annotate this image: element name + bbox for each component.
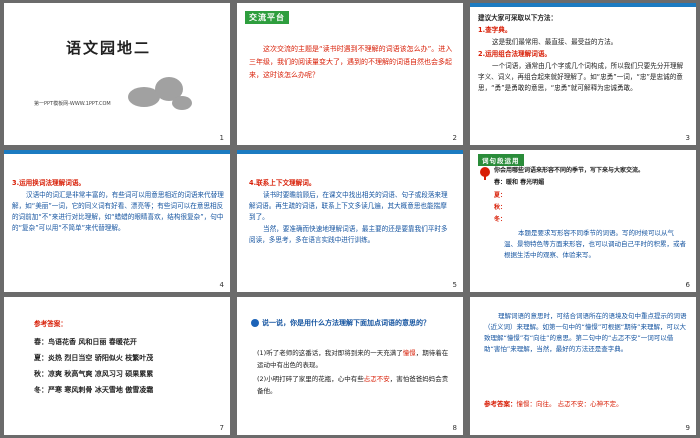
slide-number: 1 xyxy=(219,134,224,142)
answer-summer: 夏：炎热 烈日当空 骄阳似火 枝繁叶茂 xyxy=(34,354,154,362)
method-4-text: 读书时要瞻前顾后，在课文中找出相关的词语、句子或段落来理解词语。再生疏的词语，联… xyxy=(249,191,448,221)
top-bar xyxy=(470,3,696,7)
method-4-note: 当然，要准确而快速地理解词语，最主要的还是要靠我们平时多阅读，多思考，多在语言实… xyxy=(249,225,448,244)
slide-thumbnail-2[interactable]: 交流平台 这次交流的主题是“读书时遇到不理解的词语该怎么办”。进入三年级，我们的… xyxy=(237,3,463,145)
answer-autumn: 秋：凉爽 秋高气爽 凉风习习 硕果累累 xyxy=(34,370,154,378)
method-3-title: 3.运用换词法理解词语。 xyxy=(12,179,86,187)
answer-line-winter: 冬： xyxy=(494,216,507,223)
slide-body: 这次交流的主题是“读书时遇到不理解的词语该怎么办”。进入三年级，我们的阅读量变大… xyxy=(249,45,453,79)
slide-intro: 建议大家可采取以下方法： xyxy=(478,14,558,22)
slide-number: 3 xyxy=(685,134,690,142)
slide-thumbnail-5[interactable]: 4.联系上下文理解词。 读书时要瞻前顾后，在课文中找出相关的词语、句子或段落来理… xyxy=(237,150,463,292)
method-1-text: 这是我们最常用、最直接、最受益的方法。 xyxy=(492,38,618,46)
slide-thumbnail-9[interactable]: 理解词语的意思时，可结合词语所在的语境及句中重点提示的词语（近义词）来理解。如第… xyxy=(470,297,696,435)
exercise-note: 本题是要求写形容不同季节的词语。写的时候可以从气温、景物特色等方面来形容，也可以… xyxy=(504,229,686,259)
slide-number: 2 xyxy=(452,134,457,142)
answer-label: 参考答案： xyxy=(484,400,517,408)
slide-number: 8 xyxy=(452,424,457,432)
slide-thumbnail-1[interactable]: 语文园地二 第一PPT模板网-WWW.1PPT.COM 1 xyxy=(4,3,230,145)
ink-decoration xyxy=(124,67,194,117)
exercise-question: 你会用哪些词语来形容不同的季节，写下来与大家交流。 xyxy=(494,167,645,174)
slide-number: 9 xyxy=(685,424,690,432)
method-1-title: 1.查字典。 xyxy=(478,26,512,34)
slide-thumbnail-6[interactable]: 词句段运用 你会用哪些词语来形容不同的季节，写下来与大家交流。 春：暖和 春光明… xyxy=(470,150,696,292)
slide-body: 理解词语的意思时，可结合词语所在的语境及句中重点提示的词语（近义词）来理解。如第… xyxy=(484,312,687,353)
question-text: 说一说，你是用什么方法理解下面加点词语的意思的？ xyxy=(262,319,430,327)
bird-icon xyxy=(478,165,492,184)
sentence-1-a: (1)听了老师的这番话，我对即将到来的一天充满了 xyxy=(257,349,403,357)
slide-number: 4 xyxy=(219,281,224,289)
answer-line-spring: 春：暖和 春光明媚 xyxy=(494,179,545,186)
method-3-text: 汉语中的词汇是非常丰富的，有些词可以用意思相近的词语来代替理解，如“美丽”一词，… xyxy=(12,191,224,232)
slide-subtitle: 第一PPT模板网-WWW.1PPT.COM xyxy=(34,101,111,107)
highlight-word-1: 憧憬 xyxy=(402,349,416,357)
section-tag: 交流平台 xyxy=(245,11,289,24)
top-bar xyxy=(237,150,463,154)
slide-number: 6 xyxy=(685,281,690,289)
slide-title: 语文园地二 xyxy=(66,39,152,57)
slide-number: 7 xyxy=(219,424,224,432)
slide-thumbnail-4[interactable]: 3.运用换词法理解词语。 汉语中的词汇是非常丰富的，有些词可以用意思相近的词语来… xyxy=(4,150,230,292)
top-bar xyxy=(4,150,230,154)
highlight-word-2: 忐忑不安 xyxy=(363,375,390,383)
method-4-title: 4.联系上下文理解词。 xyxy=(249,179,316,187)
slide-number: 5 xyxy=(452,281,457,289)
method-2-title: 2.运用组合法理解词语。 xyxy=(478,50,552,58)
answer-spring: 春：鸟语花香 风和日丽 春暖花开 xyxy=(34,338,137,346)
sentence-2-a: (2)小明打碎了家里的花瓶，心中有些 xyxy=(257,375,364,383)
question-icon xyxy=(251,319,259,327)
slide-thumbnail-8[interactable]: 说一说，你是用什么方法理解下面加点词语的意思的？ (1)听了老师的这番话，我对即… xyxy=(237,297,463,435)
answer-line-autumn: 秋： xyxy=(494,204,507,211)
sentence-1: (1)听了老师的这番话，我对即将到来的一天充满了憧憬，期待着在运动中有出色的表现… xyxy=(257,347,453,371)
reference-answer: 参考答案：憧憬：向往。 忐忑不安：心神不定。 xyxy=(484,399,688,410)
slide-thumbnail-3[interactable]: 建议大家可采取以下方法： 1.查字典。 这是我们最常用、最直接、最受益的方法。 … xyxy=(470,3,696,145)
answer-winter: 冬：严寒 寒风刺骨 冰天雪地 傲雪凌霜 xyxy=(34,386,154,394)
method-2-text: 一个词语，通常由几个字或几个词构成，所以我们只要先分开理解字义、词义，再组合起来… xyxy=(478,62,684,92)
exercise-question: 说一说，你是用什么方法理解下面加点词语的意思的？ xyxy=(251,317,451,330)
answer-text: 憧憬：向往。 忐忑不安：心神不定。 xyxy=(516,400,623,408)
sentence-2: (2)小明打碎了家里的花瓶，心中有些忐忑不安，害怕爸爸妈妈会责备他。 xyxy=(257,373,453,397)
answer-line-summer: 夏： xyxy=(494,192,507,199)
slide-thumbnail-7[interactable]: 参考答案： 春：鸟语花香 风和日丽 春暖花开 夏：炎热 烈日当空 骄阳似火 枝繁… xyxy=(4,297,230,435)
answer-head: 参考答案： xyxy=(34,320,67,328)
